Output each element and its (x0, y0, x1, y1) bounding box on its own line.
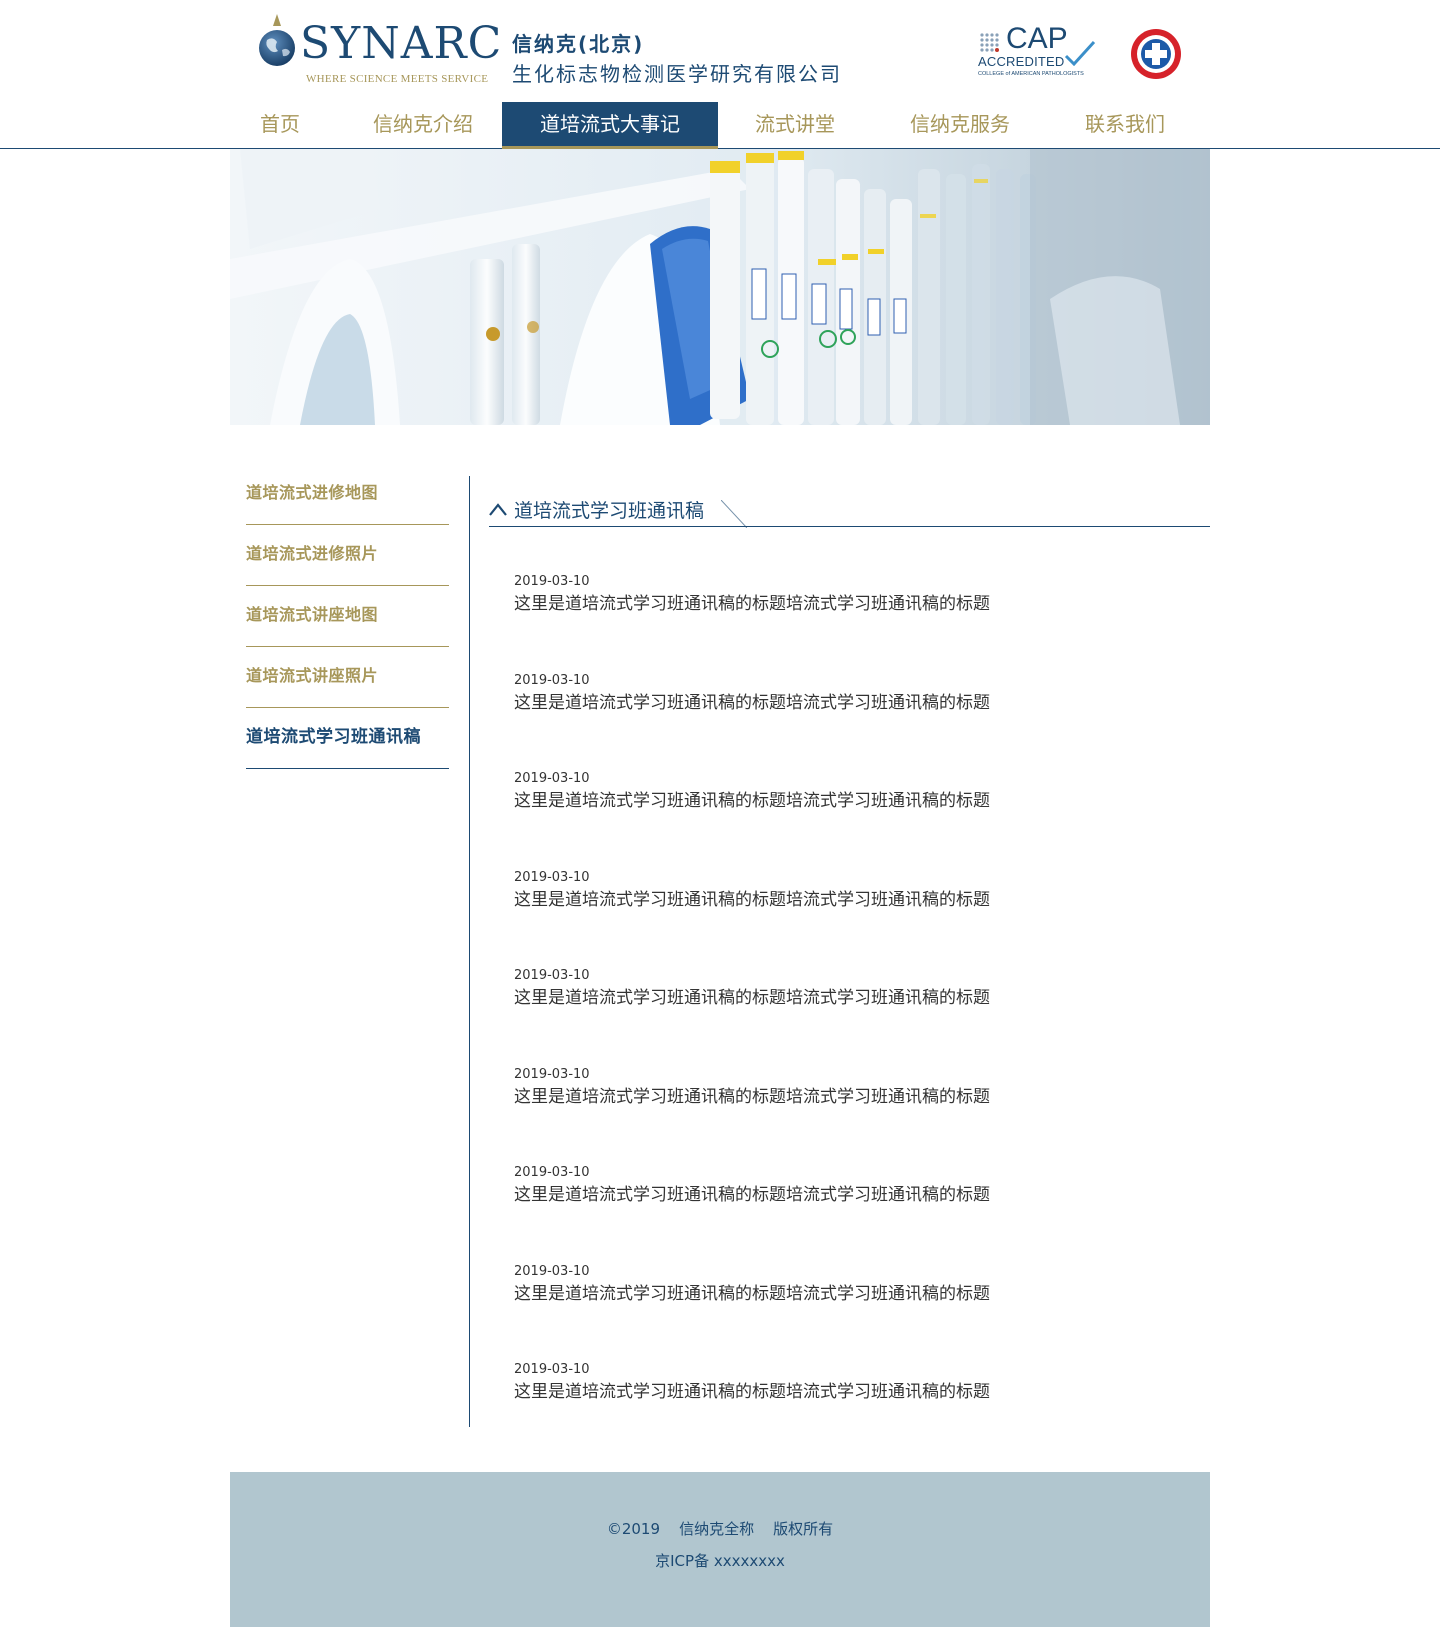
logo-wordmark: SYNARC (300, 18, 503, 69)
article-date: 2019-03-10 (514, 1165, 590, 1180)
list-item[interactable]: 2019-03-10 这里是道培流式学习班通讯稿的标题培流式学习班通讯稿的标题 (514, 770, 1194, 869)
article-date: 2019-03-10 (514, 1263, 590, 1279)
banner-image (230, 149, 1210, 425)
list-item[interactable]: 2019-03-10 这里是道培流式学习班通讯稿的标题培流式学习班通讯稿的标题 (514, 1066, 1194, 1165)
cap-dots-icon (980, 33, 999, 52)
article-title-link[interactable]: 这里是道培流式学习班通讯稿的标题培流式学习班通讯稿的标题 (514, 691, 1194, 715)
cap-accredited-logo: CAP ACCREDITED COLLEGE of AMERICAN PATHO… (978, 24, 1096, 80)
article-date: 2019-03-10 (514, 771, 590, 786)
nav-milestones[interactable]: 道培流式大事记 (502, 102, 718, 149)
sidebar-item-press-releases[interactable]: 道培流式学习班通讯稿 (246, 708, 449, 769)
article-title-link[interactable]: 这里是道培流式学习班通讯稿的标题培流式学习班通讯稿的标题 (514, 1282, 1194, 1306)
list-item[interactable]: 2019-03-10 这里是道培流式学习班通讯稿的标题培流式学习班通讯稿的标题 (514, 573, 1194, 672)
article-date: 2019-03-10 (514, 1362, 590, 1377)
article-title-link[interactable]: 这里是道培流式学习班通讯稿的标题培流式学习班通讯稿的标题 (514, 592, 1194, 616)
list-item[interactable]: 2019-03-10 这里是道培流式学习班通讯稿的标题培流式学习班通讯稿的标题 (514, 1263, 1194, 1362)
sidebar-item-study-map[interactable]: 道培流式进修地图 (246, 464, 449, 525)
article-date: 2019-03-10 (514, 1066, 590, 1082)
section-title: 道培流式学习班通讯稿 (514, 500, 705, 522)
sidebar-item-lecture-map[interactable]: 道培流式讲座地图 (246, 586, 449, 647)
article-date: 2019-03-10 (514, 574, 590, 589)
article-date: 2019-03-10 (514, 672, 590, 688)
red-cross-seal-icon (1131, 29, 1181, 79)
article-title-link[interactable]: 这里是道培流式学习班通讯稿的标题培流式学习班通讯稿的标题 (514, 789, 1194, 813)
nav-home[interactable]: 首页 (230, 102, 330, 149)
list-item[interactable]: 2019-03-10 这里是道培流式学习班通讯稿的标题培流式学习班通讯稿的标题 (514, 672, 1194, 771)
article-date: 2019-03-10 (514, 869, 590, 885)
site-footer: ©2019 信纳克全称 版权所有 京ICP备 xxxxxxxx (230, 1472, 1210, 1627)
footer-icp[interactable]: 京ICP备 xxxxxxxx (230, 1550, 1210, 1571)
sidebar: 道培流式进修地图 道培流式进修照片 道培流式讲座地图 道培流式讲座照片 道培流式… (246, 464, 449, 769)
cap-accredited-text: ACCREDITED (978, 54, 1065, 69)
lab-pipettes-illustration (230, 149, 1210, 425)
article-title-link[interactable]: 这里是道培流式学习班通讯稿的标题培流式学习班通讯稿的标题 (514, 1380, 1194, 1404)
list-item[interactable]: 2019-03-10 这里是道培流式学习班通讯稿的标题培流式学习班通讯稿的标题 (514, 869, 1194, 968)
cap-college-text: COLLEGE of AMERICAN PATHOLOGISTS (978, 71, 1084, 77)
sidebar-item-lecture-photos[interactable]: 道培流式讲座照片 (246, 647, 449, 708)
article-list: 2019-03-10 这里是道培流式学习班通讯稿的标题培流式学习班通讯稿的标题 … (514, 573, 1194, 1460)
article-title-link[interactable]: 这里是道培流式学习班通讯稿的标题培流式学习班通讯稿的标题 (514, 986, 1194, 1010)
article-title-link[interactable]: 这里是道培流式学习班通讯稿的标题培流式学习班通讯稿的标题 (514, 888, 1194, 912)
main-nav: 首页 信纳克介绍 道培流式大事记 流式讲堂 信纳克服务 联系我们 (230, 102, 1210, 149)
globe-icon (259, 14, 295, 66)
nav-contact[interactable]: 联系我们 (1050, 102, 1200, 149)
footer-copyright: ©2019 信纳克全称 版权所有 (606, 1520, 834, 1538)
section-header: 道培流式学习班通讯稿 (489, 494, 1210, 528)
chevron-up-icon (489, 503, 507, 516)
company-subtitle: 生化标志物检测医学研究有限公司 (512, 62, 842, 86)
checkmark-icon (1064, 40, 1096, 66)
list-item[interactable]: 2019-03-10 这里是道培流式学习班通讯稿的标题培流式学习班通讯稿的标题 (514, 1164, 1194, 1263)
company-name: 信纳克(北京) (512, 32, 645, 56)
synarc-logo[interactable]: SYNARC WHERE SCIENCE MEETS SERVICE (258, 14, 501, 86)
list-item[interactable]: 2019-03-10 这里是道培流式学习班通讯稿的标题培流式学习班通讯稿的标题 (514, 967, 1194, 1066)
sidebar-item-study-photos[interactable]: 道培流式进修照片 (246, 525, 449, 586)
divider-line (469, 476, 470, 1427)
article-date: 2019-03-10 (514, 968, 590, 983)
article-title-link[interactable]: 这里是道培流式学习班通讯稿的标题培流式学习班通讯稿的标题 (514, 1183, 1194, 1207)
slash-decoration (721, 500, 747, 528)
nav-about[interactable]: 信纳克介绍 (358, 102, 488, 149)
article-title-link[interactable]: 这里是道培流式学习班通讯稿的标题培流式学习班通讯稿的标题 (514, 1085, 1194, 1109)
nav-lectures[interactable]: 流式讲堂 (730, 102, 860, 149)
nav-services[interactable]: 信纳克服务 (885, 102, 1035, 149)
cap-word: CAP (1006, 22, 1068, 55)
list-item[interactable]: 2019-03-10 这里是道培流式学习班通讯稿的标题培流式学习班通讯稿的标题 (514, 1361, 1194, 1460)
logo-tagline: WHERE SCIENCE MEETS SERVICE (306, 73, 489, 85)
